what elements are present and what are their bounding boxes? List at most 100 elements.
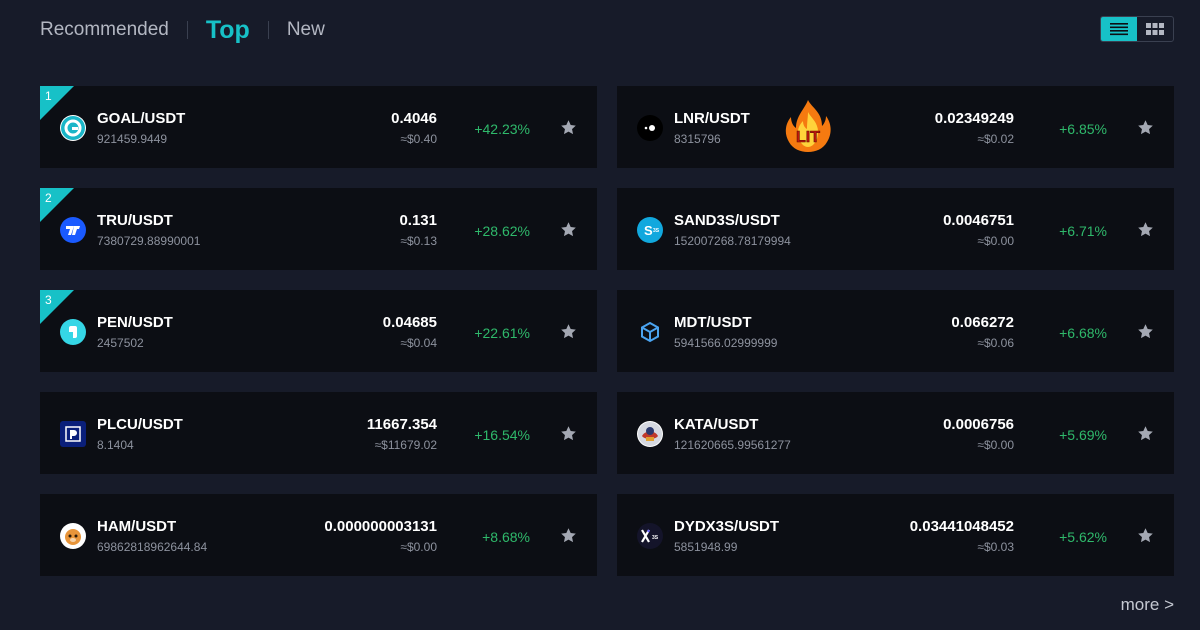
last-price: 0.03441048452 xyxy=(909,518,1014,535)
fiat-price: ≈$0.13 xyxy=(400,234,437,248)
volume: 7380729.88990001 xyxy=(97,234,201,248)
lit-fire-badge-icon: LIT xyxy=(785,100,831,152)
market-row-sand3s[interactable]: S 3S SAND3S/USDT 152007268.78179994 0.004… xyxy=(617,188,1174,270)
fiat-price: ≈$0.06 xyxy=(977,336,1014,350)
volume: 5941566.02999999 xyxy=(674,336,778,350)
last-price: 0.0046751 xyxy=(943,212,1014,229)
volume: 8.1404 xyxy=(97,438,134,452)
mdt-coin-icon xyxy=(637,319,663,345)
ham-coin-icon xyxy=(60,523,86,549)
market-row-plcu[interactable]: PLCU/USDT 8.1404 11667.354 ≈$11679.02 +1… xyxy=(40,392,597,474)
favorite-star-icon[interactable] xyxy=(1137,527,1154,544)
pair-name: LNR/USDT xyxy=(674,110,750,127)
tru-coin-icon xyxy=(60,217,86,243)
last-price: 0.02349249 xyxy=(934,110,1014,127)
last-price: 0.4046 xyxy=(391,110,437,127)
svg-text:S: S xyxy=(644,223,653,238)
change-percent: +6.85% xyxy=(1059,121,1107,137)
fiat-price: ≈$0.02 xyxy=(977,132,1014,146)
pair-name: HAM/USDT xyxy=(97,518,177,535)
market-row-goal[interactable]: 1 GOAL/USDT 921459.9449 0.4046 ≈$0.40 +4… xyxy=(40,86,597,168)
view-toggle xyxy=(1100,16,1174,42)
market-row-dydx3s[interactable]: 3S DYDX3S/USDT 5851948.99 0.03441048452 … xyxy=(617,494,1174,576)
change-percent: +28.62% xyxy=(474,223,530,239)
kata-coin-icon xyxy=(637,421,663,447)
favorite-star-icon[interactable] xyxy=(1137,323,1154,340)
change-percent: +6.68% xyxy=(1059,325,1107,341)
change-percent: +8.68% xyxy=(482,529,530,545)
grid-view-button[interactable] xyxy=(1137,17,1173,41)
volume: 121620665.99561277 xyxy=(674,438,791,452)
change-percent: +16.54% xyxy=(474,427,530,443)
volume: 2457502 xyxy=(97,336,144,350)
pair-name: MDT/USDT xyxy=(674,314,752,331)
goal-coin-icon xyxy=(60,115,86,141)
market-tabs: Recommended Top New xyxy=(40,14,325,46)
favorite-star-icon[interactable] xyxy=(1137,221,1154,238)
pair-name: KATA/USDT xyxy=(674,416,759,433)
sand3s-coin-icon: S 3S xyxy=(637,217,663,243)
fiat-price: ≈$0.00 xyxy=(400,540,437,554)
list-view-icon xyxy=(1110,23,1128,36)
grid-view-icon xyxy=(1146,23,1164,35)
favorite-star-icon[interactable] xyxy=(560,425,577,442)
tab-divider xyxy=(267,21,269,39)
volume: 152007268.78179994 xyxy=(674,234,791,248)
rank-number: 2 xyxy=(45,191,52,205)
pair-name: TRU/USDT xyxy=(97,212,173,229)
pair-name: PLCU/USDT xyxy=(97,416,183,433)
svg-text:3S: 3S xyxy=(652,535,659,541)
pen-coin-icon xyxy=(60,319,86,345)
market-row-mdt[interactable]: MDT/USDT 5941566.02999999 0.066272 ≈$0.0… xyxy=(617,290,1174,372)
plcu-coin-icon xyxy=(60,421,86,447)
volume: 8315796 xyxy=(674,132,721,146)
market-row-pen[interactable]: 3 PEN/USDT 2457502 0.04685 ≈$0.04 +22.61… xyxy=(40,290,597,372)
favorite-star-icon[interactable] xyxy=(1137,425,1154,442)
fiat-price: ≈$0.00 xyxy=(977,438,1014,452)
last-price: 0.04685 xyxy=(382,314,437,331)
last-price: 0.0006756 xyxy=(943,416,1014,433)
favorite-star-icon[interactable] xyxy=(1137,119,1154,136)
fiat-price: ≈$0.40 xyxy=(400,132,437,146)
rank-number: 3 xyxy=(45,293,52,307)
favorite-star-icon[interactable] xyxy=(560,119,577,136)
pair-name: PEN/USDT xyxy=(97,314,173,331)
lit-badge-text: LIT xyxy=(796,129,820,146)
market-row-lnr[interactable]: LNR/USDT 8315796 LIT 0.02349249 ≈$0.02 +… xyxy=(617,86,1174,168)
change-percent: +5.62% xyxy=(1059,529,1107,545)
rank-number: 1 xyxy=(45,89,52,103)
last-price: 11667.354 xyxy=(366,416,437,433)
fiat-price: ≈$0.03 xyxy=(977,540,1014,554)
volume: 69862818962644.84 xyxy=(97,540,208,554)
market-row-ham[interactable]: HAM/USDT 69862818962644.84 0.00000000313… xyxy=(40,494,597,576)
favorite-star-icon[interactable] xyxy=(560,221,577,238)
svg-text:3S: 3S xyxy=(653,228,660,234)
tab-recommended[interactable]: Recommended xyxy=(40,19,169,41)
favorite-star-icon[interactable] xyxy=(560,527,577,544)
favorite-star-icon[interactable] xyxy=(560,323,577,340)
change-percent: +5.69% xyxy=(1059,427,1107,443)
change-percent: +6.71% xyxy=(1059,223,1107,239)
fiat-price: ≈$11679.02 xyxy=(374,438,437,452)
market-row-tru[interactable]: 2 TRU/USDT 7380729.88990001 0.131 ≈$0.13… xyxy=(40,188,597,270)
list-view-button[interactable] xyxy=(1101,17,1137,41)
dydx3s-coin-icon: 3S xyxy=(637,523,663,549)
tab-new[interactable]: New xyxy=(287,19,325,41)
market-row-kata[interactable]: KATA/USDT 121620665.99561277 0.0006756 ≈… xyxy=(617,392,1174,474)
tab-top[interactable]: Top xyxy=(206,16,250,45)
fiat-price: ≈$0.00 xyxy=(977,234,1014,248)
lnr-coin-icon xyxy=(637,115,663,141)
change-percent: +22.61% xyxy=(474,325,530,341)
volume: 921459.9449 xyxy=(97,132,168,146)
tab-divider xyxy=(186,21,188,39)
change-percent: +42.23% xyxy=(474,121,530,137)
pair-name: SAND3S/USDT xyxy=(674,212,780,229)
last-price: 0.000000003131 xyxy=(324,518,437,535)
volume: 5851948.99 xyxy=(674,540,738,554)
fiat-price: ≈$0.04 xyxy=(400,336,437,350)
pair-name: DYDX3S/USDT xyxy=(674,518,780,535)
more-link[interactable]: more > xyxy=(1121,595,1174,615)
last-price: 0.066272 xyxy=(951,314,1014,331)
pair-name: GOAL/USDT xyxy=(97,110,186,127)
last-price: 0.131 xyxy=(399,212,437,229)
